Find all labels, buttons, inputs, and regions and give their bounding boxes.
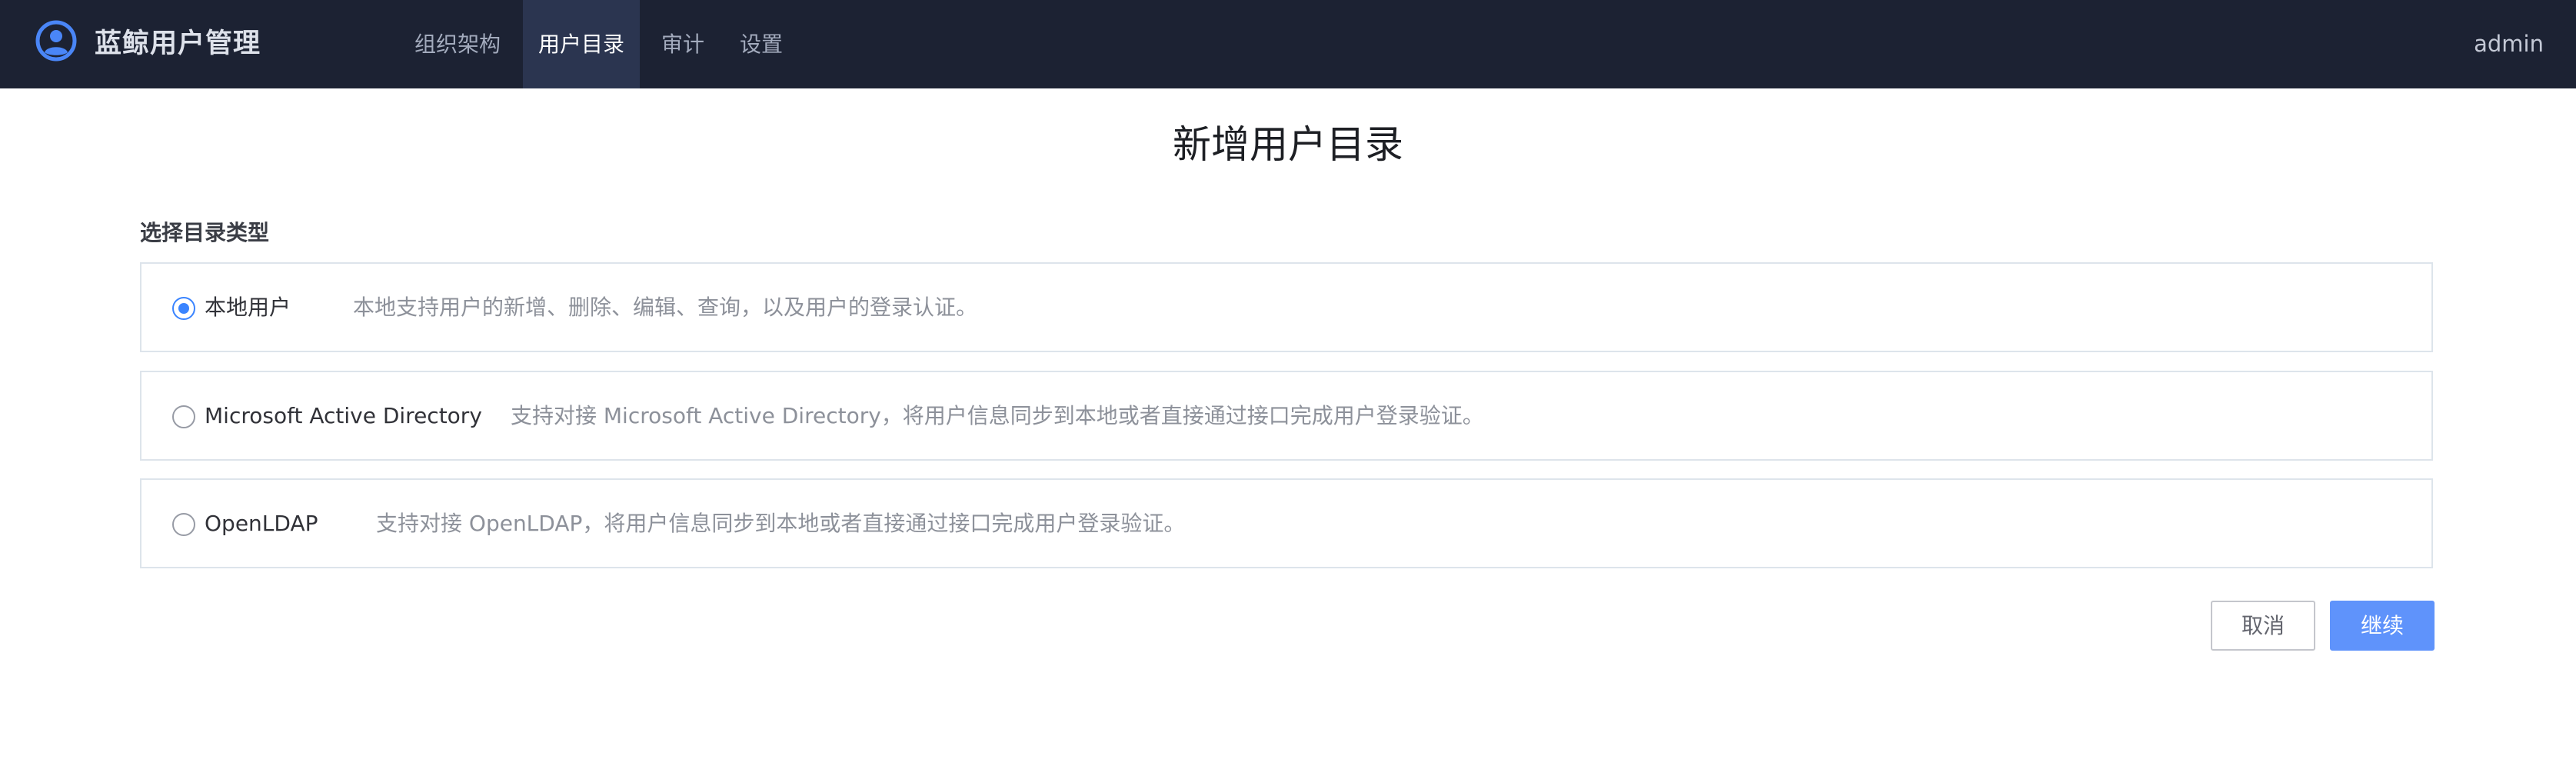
cancel-button[interactable]: 取消 [2211,601,2315,651]
directory-option-local[interactable]: 本地用户 本地支持用户的新增、删除、编辑、查询，以及用户的登录认证。 [140,262,2433,352]
option-description: 本地支持用户的新增、删除、编辑、查询，以及用户的登录认证。 [353,295,978,320]
radio-ad[interactable] [172,405,195,428]
user-avatar-icon[interactable] [35,20,77,62]
option-description: 支持对接 Microsoft Active Directory，将用户信息同步到… [511,403,1484,428]
page-title: 新增用户目录 [1173,122,1403,167]
radio-local[interactable] [172,297,195,320]
radio-openldap[interactable] [172,513,195,536]
directory-option-ad[interactable]: Microsoft Active Directory 支持对接 Microsof… [140,371,2433,461]
section-label: 选择目录类型 [140,220,270,245]
app-title[interactable]: 蓝鲸用户管理 [95,0,261,88]
nav-tab-user-directory[interactable]: 用户目录 [523,0,640,88]
nav-tab-audit[interactable]: 审计 [654,0,711,88]
directory-option-openldap[interactable]: OpenLDAP 支持对接 OpenLDAP，将用户信息同步到本地或者直接通过接… [140,478,2433,568]
continue-button[interactable]: 继续 [2330,601,2435,651]
option-name: 本地用户 [205,295,291,320]
option-name: OpenLDAP [205,511,318,536]
option-name: Microsoft Active Directory [205,403,482,428]
nav-tab-organization[interactable]: 组织架构 [405,0,510,88]
current-user-menu[interactable]: admin [2474,0,2544,88]
nav-tab-settings[interactable]: 设置 [733,0,790,88]
top-navigation-bar: 蓝鲸用户管理 组织架构 用户目录 审计 设置 admin [0,0,2576,88]
option-description: 支持对接 OpenLDAP，将用户信息同步到本地或者直接通过接口完成用户登录验证… [376,511,1186,536]
